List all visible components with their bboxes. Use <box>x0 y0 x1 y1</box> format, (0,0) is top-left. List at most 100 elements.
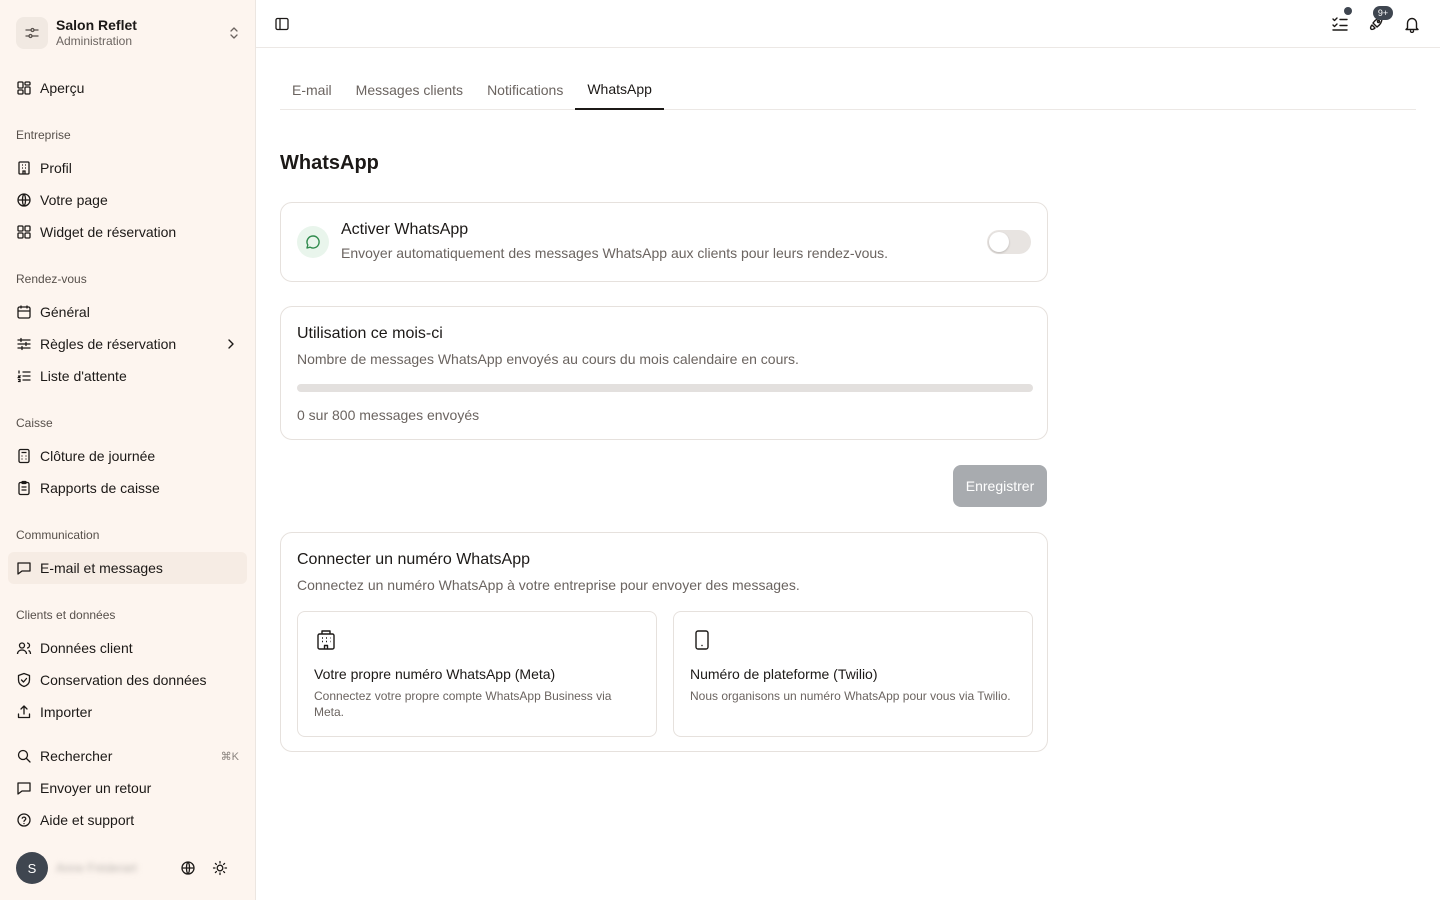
section-caisse: Caisse <box>16 416 53 430</box>
announcements-badge: 9+ <box>1373 6 1393 20</box>
sidebar-item-apercu[interactable]: Aperçu <box>8 72 247 104</box>
usage-description: Nombre de messages WhatsApp envoyés au c… <box>297 351 799 367</box>
sidebar-item-donnees-client[interactable]: Données client <box>8 632 247 664</box>
option-meta[interactable]: Votre propre numéro WhatsApp (Meta) Conn… <box>297 611 657 737</box>
option-twilio[interactable]: Numéro de plateforme (Twilio) Nous organ… <box>673 611 1033 737</box>
org-role: Administration <box>56 34 133 48</box>
connect-number-card: Connecter un numéro WhatsApp Connectez u… <box>280 532 1048 752</box>
usage-card: Utilisation ce mois-ci Nombre de message… <box>280 306 1048 440</box>
sidebar-item-label: Envoyer un retour <box>40 780 152 796</box>
sidebar-item-label: Importer <box>40 704 93 720</box>
shield-check-icon <box>16 672 32 688</box>
connect-description: Connectez un numéro WhatsApp à votre ent… <box>297 577 800 593</box>
sidebar-item-label: Aperçu <box>40 80 85 96</box>
avatar: S <box>16 852 48 884</box>
sidebar-item-general[interactable]: Général <box>8 296 247 328</box>
sidebar-item-cloture[interactable]: Clôture de journée <box>8 440 247 472</box>
sidebar-item-liste-attente[interactable]: Liste d'attente <box>8 360 247 392</box>
message-square-icon <box>16 560 32 576</box>
sidebar-item-votre-page[interactable]: Votre page <box>8 184 247 216</box>
tab-notifications[interactable]: Notifications <box>475 70 575 110</box>
option-meta-title: Votre propre numéro WhatsApp (Meta) <box>314 666 556 682</box>
smartphone-icon <box>690 628 714 652</box>
sidebar-help[interactable]: Aide et support <box>8 804 247 836</box>
sidebar: Salon Reflet Administration Aperçu Entre… <box>0 0 256 900</box>
tab-whatsapp[interactable]: WhatsApp <box>575 70 664 110</box>
sidebar-item-conservation[interactable]: Conservation des données <box>8 664 247 696</box>
sliders-icon <box>16 336 32 352</box>
sidebar-item-label: Profil <box>40 160 72 176</box>
theme-toggle-button[interactable] <box>208 856 232 880</box>
sidebar-item-label: Widget de réservation <box>40 224 177 240</box>
building-icon <box>16 160 32 176</box>
sidebar-item-label: Aide et support <box>40 812 135 828</box>
sidebar-item-profil[interactable]: Profil <box>8 152 247 184</box>
whatsapp-toggle[interactable] <box>987 230 1031 254</box>
sidebar-item-label: Général <box>40 304 90 320</box>
bell-icon <box>1405 17 1419 33</box>
org-name: Salon Reflet <box>56 17 137 33</box>
sidebar-feedback[interactable]: Envoyer un retour <box>8 772 247 804</box>
panel-left-icon <box>275 17 289 31</box>
section-clients: Clients et données <box>16 608 116 622</box>
activate-whatsapp-description: Envoyer automatiquement des messages Wha… <box>341 245 889 261</box>
sidebar-item-label: Clôture de journée <box>40 448 156 464</box>
option-meta-description: Connectez votre propre compte WhatsApp B… <box>314 689 612 719</box>
topbar: 9+ <box>256 0 1440 48</box>
section-entreprise: Entreprise <box>16 128 71 142</box>
sidebar-toggle-button[interactable] <box>272 14 292 34</box>
search-icon <box>16 748 32 764</box>
message-square-icon <box>16 780 32 796</box>
section-rendez-vous: Rendez-vous <box>16 272 87 286</box>
org-switcher[interactable]: Salon Reflet Administration <box>16 14 242 52</box>
clipboard-icon <box>16 480 32 496</box>
sidebar-item-label: Liste d'attente <box>40 368 127 384</box>
notification-dot <box>1344 7 1352 15</box>
whatsapp-icon <box>297 226 329 258</box>
sidebar-item-label: E-mail et messages <box>40 560 163 576</box>
sidebar-item-label: Règles de réservation <box>40 336 177 352</box>
language-button[interactable] <box>176 856 200 880</box>
sun-icon <box>212 860 228 876</box>
list-ordered-icon <box>16 368 32 384</box>
option-twilio-description: Nous organisons un numéro WhatsApp pour … <box>690 689 1011 703</box>
section-communication: Communication <box>16 528 100 542</box>
chevrons-up-down-icon <box>226 25 242 41</box>
calendar-icon <box>16 304 32 320</box>
sidebar-item-widget[interactable]: Widget de réservation <box>8 216 247 248</box>
grid-icon <box>16 224 32 240</box>
page-title: WhatsApp <box>280 152 379 174</box>
activate-whatsapp-card: Activer WhatsApp Envoyer automatiquement… <box>280 202 1048 282</box>
usage-title: Utilisation ce mois-ci <box>297 325 443 342</box>
sidebar-item-regles[interactable]: Règles de réservation <box>8 328 247 360</box>
option-twilio-title: Numéro de plateforme (Twilio) <box>690 666 878 682</box>
tasks-button[interactable] <box>1328 7 1352 36</box>
usage-progress-bar <box>297 384 1033 392</box>
building-icon <box>314 628 338 652</box>
sidebar-item-label: Votre page <box>40 192 108 208</box>
dashboard-icon <box>16 80 32 96</box>
sidebar-item-label: Conservation des données <box>40 672 207 688</box>
sidebar-item-importer[interactable]: Importer <box>8 696 247 728</box>
sidebar-item-rapports[interactable]: Rapports de caisse <box>8 472 247 504</box>
announcements-button[interactable]: 9+ <box>1364 6 1393 36</box>
tab-email[interactable]: E-mail <box>280 70 344 110</box>
help-circle-icon <box>16 812 32 828</box>
sidebar-item-label: Données client <box>40 640 133 656</box>
search-shortcut: ⌘K <box>220 750 239 763</box>
upload-icon <box>16 704 32 720</box>
activate-whatsapp-title: Activer WhatsApp <box>341 221 469 238</box>
sidebar-search[interactable]: Rechercher ⌘K <box>8 740 247 772</box>
toggle-knob <box>989 232 1009 252</box>
settings-tabs: E-mail Messages clients Notifications Wh… <box>280 70 1416 110</box>
usage-count: 0 sur 800 messages envoyés <box>297 407 480 423</box>
globe-icon <box>181 861 195 875</box>
sidebar-item-label: Rapports de caisse <box>40 480 160 496</box>
user-menu[interactable]: S Anne Fréderart <box>16 852 246 884</box>
user-name: Anne Fréderart <box>56 861 137 875</box>
save-button[interactable]: Enregistrer <box>953 465 1047 507</box>
calculator-icon <box>16 448 32 464</box>
tab-messages-clients[interactable]: Messages clients <box>344 70 475 110</box>
notifications-button[interactable] <box>1400 12 1424 36</box>
sidebar-item-email-messages[interactable]: E-mail et messages <box>8 552 247 584</box>
